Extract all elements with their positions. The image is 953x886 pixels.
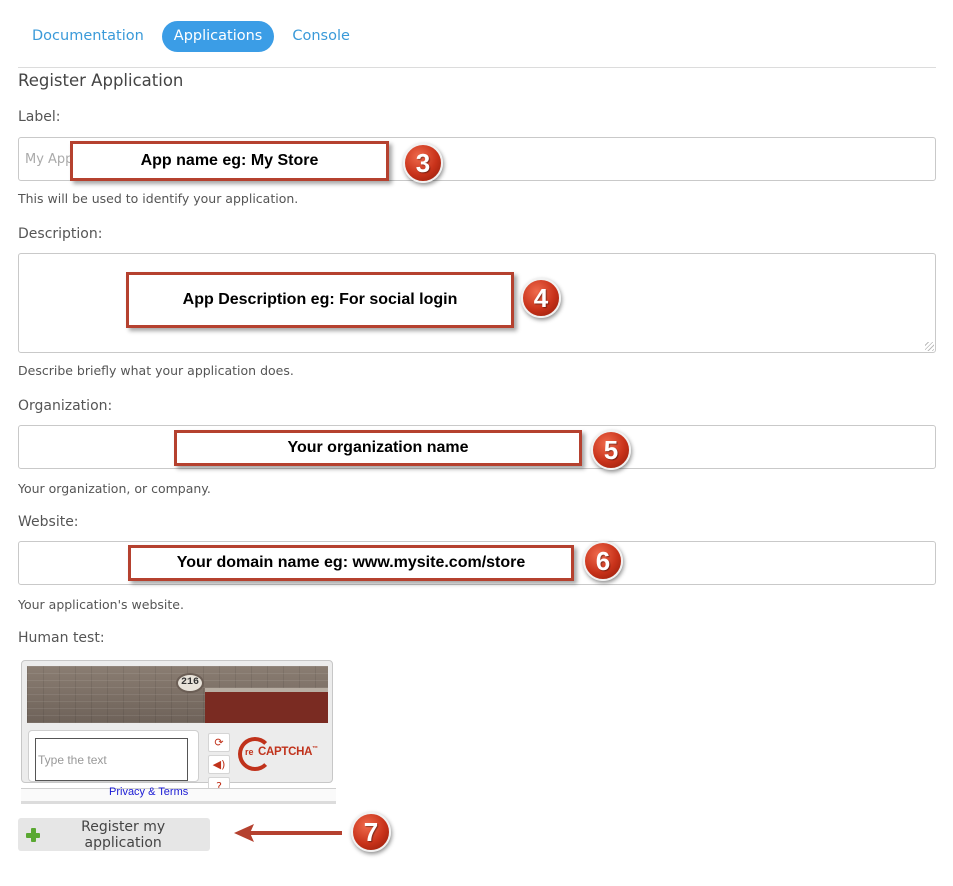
recaptcha-widget: 216 ⟳ ◀) ? re CAPTCHA™: [21, 660, 333, 796]
garage-door: [205, 688, 328, 723]
resize-grip-icon[interactable]: [925, 342, 934, 351]
tab-documentation[interactable]: Documentation: [20, 21, 156, 52]
privacy-terms-link[interactable]: Privacy & Terms: [109, 786, 188, 798]
captcha-image: 216: [27, 666, 328, 723]
step-badge-7: 7: [351, 812, 391, 852]
label-help-text: This will be used to identify your appli…: [18, 191, 299, 206]
label-field-label: Label:: [18, 109, 61, 125]
register-application-button[interactable]: Register my application: [18, 818, 210, 851]
organization-field-label: Organization:: [18, 398, 113, 414]
callout-step-3: App name eg: My Store: [70, 141, 389, 181]
plus-icon: [26, 827, 41, 842]
human-test-label: Human test:: [18, 630, 105, 646]
tab-console[interactable]: Console: [280, 21, 362, 52]
step-badge-6: 6: [583, 541, 623, 581]
captcha-text-input[interactable]: [35, 738, 188, 781]
captcha-input-frame: [28, 730, 199, 782]
refresh-icon[interactable]: ⟳: [208, 733, 230, 752]
step-badge-4: 4: [521, 278, 561, 318]
nav-divider: [18, 67, 936, 68]
description-field-label: Description:: [18, 226, 103, 242]
callout-step-5: Your organization name: [174, 430, 582, 466]
recaptcha-logo-prefix: re: [245, 747, 254, 757]
arrow-left-icon: [234, 824, 342, 842]
recaptcha-logo-main: CAPTCHA: [258, 746, 313, 758]
step-badge-3: 3: [403, 143, 443, 183]
website-field-label: Website:: [18, 514, 79, 530]
callout-step-6: Your domain name eg: www.mysite.com/stor…: [128, 545, 574, 581]
top-nav: Documentation Applications Console: [20, 21, 362, 52]
organization-help-text: Your organization, or company.: [18, 481, 211, 496]
step-badge-5: 5: [591, 430, 631, 470]
register-button-label: Register my application: [81, 818, 166, 851]
house-number: 216: [176, 673, 204, 693]
page-title: Register Application: [18, 71, 184, 90]
website-help-text: Your application's website.: [18, 597, 184, 612]
tab-applications[interactable]: Applications: [161, 21, 275, 52]
recaptcha-logo-text: CAPTCHA™: [258, 746, 318, 758]
recaptcha-logo: re CAPTCHA™: [236, 734, 328, 774]
recaptcha-logo-tm: ™: [312, 746, 318, 753]
callout-step-4: App Description eg: For social login: [126, 272, 514, 328]
audio-icon[interactable]: ◀): [208, 755, 230, 774]
description-help-text: Describe briefly what your application d…: [18, 363, 294, 378]
